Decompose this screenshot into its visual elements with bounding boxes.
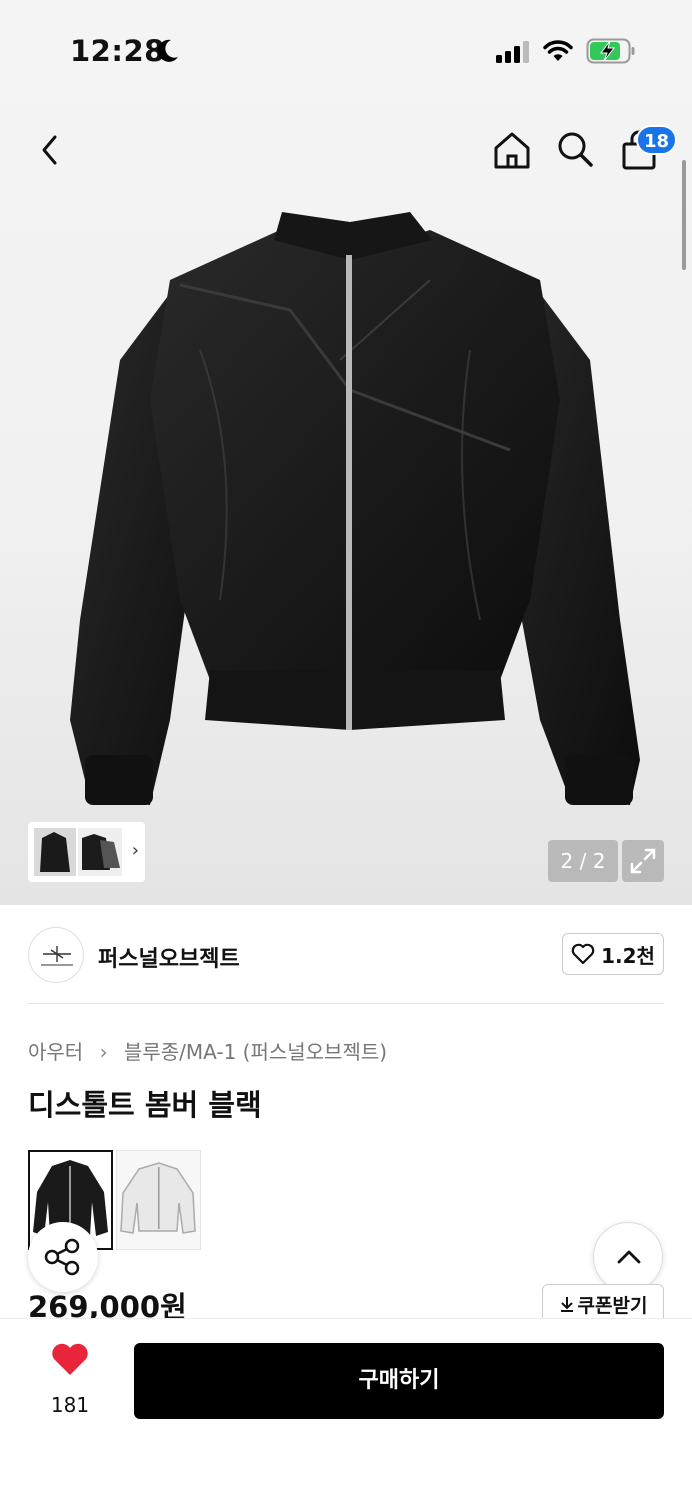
coupon-label: 쿠폰받기: [577, 1294, 648, 1317]
moon-icon: [157, 39, 178, 62]
chevron-right-icon: ›: [99, 1040, 108, 1064]
color-option-image: [120, 1162, 196, 1234]
heart-outline-icon: [571, 943, 595, 965]
chevron-right-icon: ›: [131, 840, 139, 861]
gallery-thumbnails: [34, 828, 122, 876]
search-icon[interactable]: [556, 130, 594, 168]
product-image: [70, 212, 640, 805]
bottom-action-bar: 181 구매하기: [0, 1318, 692, 1500]
chevron-up-icon: [617, 1250, 641, 1264]
wifi-icon: [543, 40, 573, 61]
scroll-to-top-button[interactable]: [593, 1222, 663, 1292]
expand-icon: [630, 848, 656, 874]
cellular-signal-icon: [496, 41, 529, 63]
divider: [28, 1003, 664, 1004]
brand-logo-mark: [41, 946, 73, 966]
like-count: 181: [50, 1393, 90, 1417]
gallery-page-counter: 2 / 2: [548, 840, 618, 882]
cart-count-badge: 18: [636, 125, 678, 155]
status-time: 12:28: [70, 34, 165, 68]
status-bar: 12:28: [0, 0, 692, 100]
brand-logo[interactable]: [28, 927, 84, 983]
product-title: 디스톨트 봄버 블랙: [28, 1088, 262, 1122]
battery-charging-icon: [586, 38, 635, 64]
scroll-indicator: [682, 160, 686, 270]
brand-like-button[interactable]: 1.2천: [562, 933, 664, 975]
share-button[interactable]: [28, 1222, 98, 1292]
chevron-left-icon[interactable]: [36, 132, 64, 168]
buy-button[interactable]: 구매하기: [134, 1343, 664, 1419]
brand-row: 퍼스널오브젝트 1.2천: [0, 905, 692, 1005]
breadcrumb-subcategory[interactable]: 블루종/MA-1 (퍼스널오브젝트): [124, 1040, 387, 1064]
download-icon: [560, 1297, 573, 1312]
navigation-bar: [0, 120, 692, 180]
breadcrumb: 아우터 › 블루종/MA-1 (퍼스널오브젝트): [28, 1036, 387, 1065]
home-icon[interactable]: [492, 130, 532, 170]
share-icon: [44, 1238, 80, 1276]
heart-filled-icon: [52, 1343, 88, 1375]
expand-button[interactable]: [622, 840, 664, 882]
gallery-thumbnail-strip[interactable]: ›: [28, 822, 145, 882]
color-option-gray[interactable]: [116, 1150, 201, 1250]
breadcrumb-category[interactable]: 아우터: [28, 1040, 83, 1064]
like-button[interactable]: 181: [30, 1343, 110, 1423]
brand-like-count: 1.2천: [601, 943, 655, 968]
brand-name[interactable]: 퍼스널오브젝트: [98, 941, 240, 973]
